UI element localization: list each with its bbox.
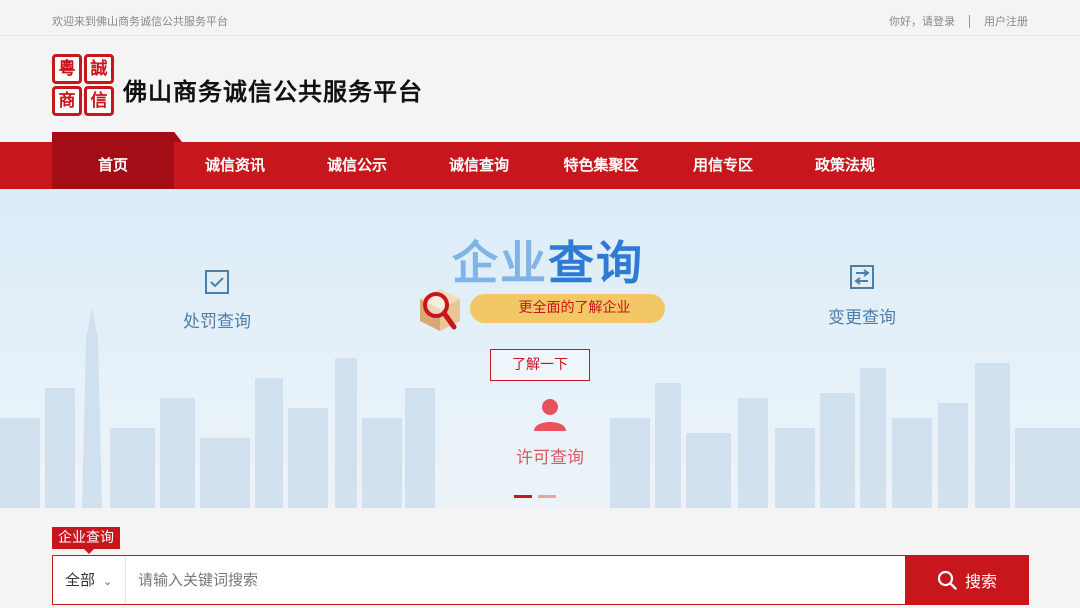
document-edit-icon	[850, 265, 874, 289]
search-section: 企业查询 全部 ⌄ 搜索	[0, 508, 1080, 608]
license-query-link[interactable]: 许可查询	[502, 397, 598, 468]
banner-title: 企业查询	[452, 227, 644, 293]
punish-query-label: 处罚查询	[183, 312, 251, 332]
change-query-label: 变更查询	[828, 308, 896, 328]
user-icon	[534, 399, 566, 431]
logo-char: 誠	[84, 54, 114, 84]
account-links: 你好，请登录 用户注册	[889, 13, 1028, 29]
search-bar: 全部 ⌄ 搜索	[52, 555, 1029, 605]
top-bar: 欢迎来到佛山商务诚信公共服务平台 你好，请登录 用户注册	[0, 0, 1080, 36]
search-button[interactable]: 搜索	[905, 555, 1029, 605]
carousel-indicators	[514, 495, 556, 498]
punish-query-link[interactable]: 处罚查询	[170, 269, 264, 332]
logo-char: 商	[52, 86, 82, 116]
logo-char: 粵	[52, 54, 82, 84]
search-input[interactable]	[138, 566, 898, 594]
nav-item-news[interactable]: 诚信资讯	[174, 142, 296, 189]
search-scope-select[interactable]: 全部 ⌄	[53, 556, 126, 604]
search-scope-value: 全部	[65, 571, 96, 589]
site-logo[interactable]: 粵 誠 商 信	[52, 54, 114, 116]
welcome-text: 欢迎来到佛山商务诚信公共服务平台	[52, 15, 228, 28]
search-button-label: 搜索	[964, 572, 997, 591]
learn-more-button[interactable]: 了解一下	[490, 349, 590, 381]
logo-char: 信	[84, 86, 114, 116]
nav-item-credit-use[interactable]: 用信专区	[662, 142, 784, 189]
site-header: 粵 誠 商 信 佛山商务诚信公共服务平台	[0, 37, 1080, 142]
nav-item-query[interactable]: 诚信查询	[418, 142, 540, 189]
license-query-label: 许可查询	[516, 448, 584, 468]
hero-banner: 企业查询 更全面的了解企业 了解一下 处罚查询 变更查询 许可查询	[0, 189, 1080, 508]
nav-item-home[interactable]: 首页	[52, 142, 174, 189]
nav-item-cluster[interactable]: 特色集聚区	[540, 142, 662, 189]
carousel-dot-2[interactable]	[538, 495, 556, 498]
nav-item-publicity[interactable]: 诚信公示	[296, 142, 418, 189]
search-icon	[937, 570, 957, 590]
active-tab-notch	[52, 132, 182, 142]
search-tab-label[interactable]: 企业查询	[52, 527, 120, 554]
banner-slogan: 更全面的了解企业	[470, 294, 665, 323]
change-query-link[interactable]: 变更查询	[815, 263, 909, 328]
nav-item-policy[interactable]: 政策法规	[784, 142, 906, 189]
main-nav: 首页 诚信资讯 诚信公示 诚信查询 特色集聚区 用信专区 政策法规	[0, 132, 1080, 189]
login-link[interactable]: 你好，请登录	[889, 13, 955, 29]
divider	[969, 14, 970, 28]
carousel-dot-1[interactable]	[514, 495, 532, 498]
site-title: 佛山商务诚信公共服务平台	[123, 78, 423, 106]
magnifier-box-icon	[420, 289, 460, 331]
chevron-down-icon: ⌄	[103, 575, 113, 588]
register-link[interactable]: 用户注册	[984, 13, 1028, 29]
checkbox-icon	[205, 270, 229, 294]
banner-title-dark: 查询	[548, 236, 644, 290]
